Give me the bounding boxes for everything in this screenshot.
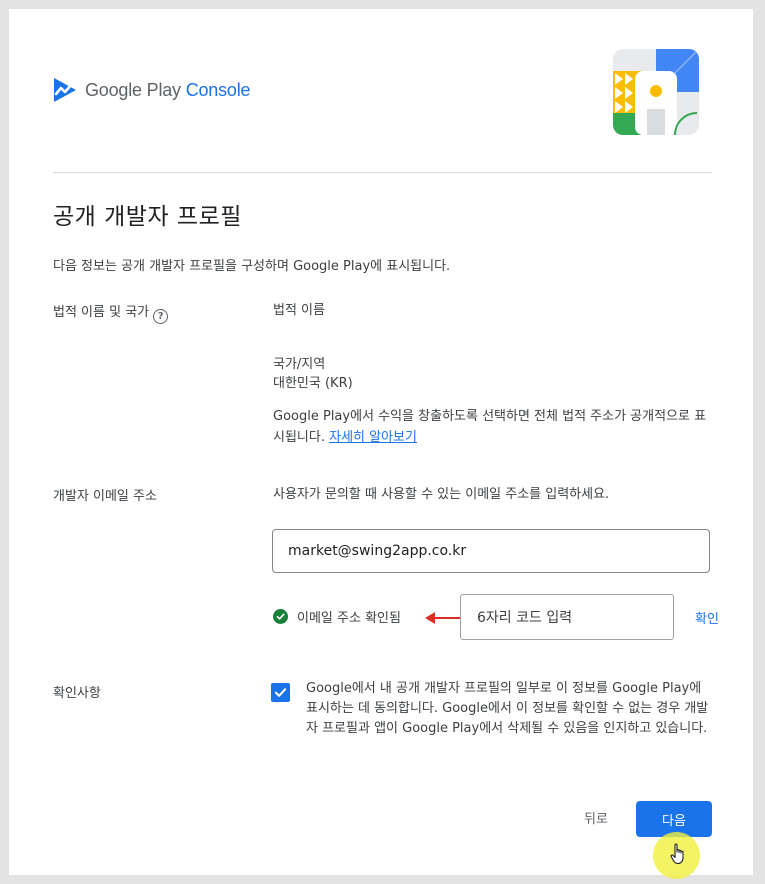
logo-text-google-play: Google Play	[85, 79, 181, 100]
legal-section-label-text: 법적 이름 및 국가	[53, 305, 150, 320]
verification-code-placeholder: 6자리 코드 입력	[477, 610, 573, 626]
legal-notice: Google Play에서 수익을 창출하도록 선택하면 전체 법적 주소가 공…	[273, 406, 713, 448]
consent-section-label: 확인사항	[53, 686, 101, 701]
consent-checkbox[interactable]	[271, 683, 290, 702]
email-instruction: 사용자가 문의할 때 사용할 수 있는 이메일 주소를 입력하세요.	[273, 487, 610, 502]
country-label: 국가/지역	[273, 357, 326, 372]
legal-section-label: 법적 이름 및 국가?	[53, 301, 169, 324]
check-circle-icon	[273, 609, 288, 624]
legal-name-label: 법적 이름	[273, 303, 325, 318]
checkmark-icon	[274, 688, 287, 697]
email-input-value: market@swing2app.co.kr	[288, 543, 467, 559]
play-console-logo-icon	[54, 78, 76, 102]
email-verified-text: 이메일 주소 확인됨	[297, 611, 401, 626]
country-value: 대한민국 (KR)	[273, 376, 353, 391]
hand-pointer-icon	[670, 843, 684, 865]
learn-more-link[interactable]: 자세히 알아보기	[329, 430, 417, 445]
page-description: 다음 정보는 공개 개발자 프로필을 구성하며 Google Play에 표시됩…	[53, 259, 451, 274]
google-play-console-logo: Google Play Console	[53, 77, 251, 103]
logo-text-console: Console	[185, 79, 251, 100]
header-illustration	[613, 49, 699, 139]
confirm-code-button[interactable]: 확인	[695, 608, 719, 627]
decorative-illustration-icon	[613, 49, 699, 135]
email-verified-status: 이메일 주소 확인됨	[273, 607, 401, 626]
email-input[interactable]: market@swing2app.co.kr	[272, 529, 710, 573]
header-divider	[53, 172, 712, 173]
back-button[interactable]: 뒤로	[569, 805, 623, 829]
verification-code-input[interactable]: 6자리 코드 입력	[460, 594, 674, 640]
profile-card: Google Play Console 공개 개발자 프로필 다음 정보는 공개…	[9, 9, 753, 879]
consent-text: Google에서 내 공개 개발자 프로필의 일부로 이 정보를 Google …	[306, 681, 709, 736]
question-circle-icon[interactable]: ?	[153, 309, 169, 324]
email-section-label: 개발자 이메일 주소	[53, 489, 157, 504]
page-title: 공개 개발자 프로필	[53, 204, 242, 230]
